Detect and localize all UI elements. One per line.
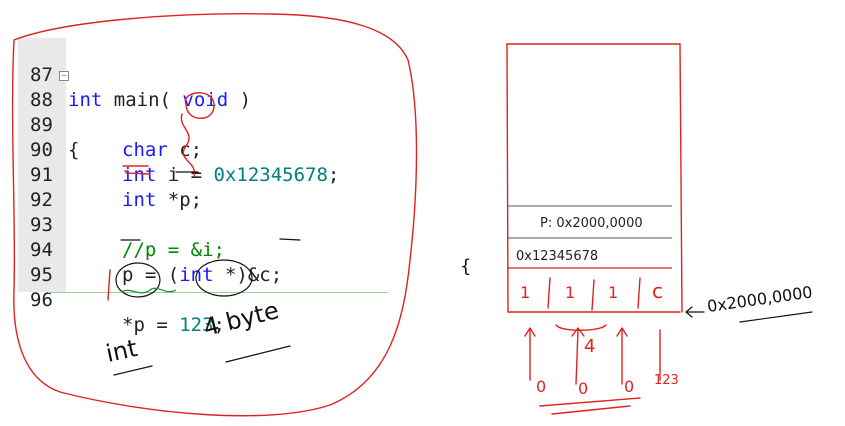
i-cell-text: 0x12345678	[516, 249, 598, 264]
zero-underline-1	[539, 397, 641, 407]
byte-cell-0: 1	[520, 283, 530, 302]
arrow-1	[524, 327, 536, 381]
zero-1: 0	[578, 379, 588, 398]
byte-sep-2	[591, 279, 595, 311]
memory-left-edge	[506, 43, 509, 313]
value-label: 123	[654, 373, 679, 388]
memory-right-edge	[679, 43, 683, 313]
arrow-2	[571, 327, 585, 385]
span-brace	[555, 324, 607, 331]
zero-underline-2	[551, 405, 631, 415]
red-circle-c	[184, 92, 215, 119]
red-loop-stroke	[11, 13, 418, 417]
byte-cell-1: 1	[565, 283, 575, 302]
memory-diagram: P: 0x2000,0000 0x12345678 1 1 1 c 0x2000…	[506, 43, 814, 415]
address-underline	[739, 311, 813, 323]
p-cell-text: P: 0x2000,0000	[540, 216, 643, 231]
underline-int-2	[125, 172, 151, 175]
byte-note: 4 byte	[201, 296, 282, 342]
byte-cell-2: 1	[608, 283, 618, 302]
zero-2: 0	[624, 377, 634, 396]
address-label: 0x2000,0000	[706, 282, 814, 316]
byte-sep-3	[637, 277, 641, 309]
int-note: int	[103, 334, 139, 368]
green-squiggle	[121, 287, 177, 294]
red-bracket-line	[107, 269, 111, 301]
underline-c-94	[279, 238, 301, 241]
address-arrow	[685, 306, 705, 318]
circle-123	[195, 259, 253, 297]
int-underline	[113, 365, 153, 376]
byte-underline	[225, 345, 291, 363]
whiteboard-canvas: 87 int main( void ) 88 − { 89 char c; 90…	[0, 0, 845, 426]
byte-cell-3: c	[652, 279, 663, 303]
red-squiggle	[180, 113, 196, 177]
byte-sep-1	[547, 277, 551, 309]
ink-overlay: int 4 byte { P: 0x2000,0000 0x12345678 1…	[11, 13, 814, 417]
bracket-mark: {	[460, 256, 471, 277]
span-label: 4	[584, 336, 595, 357]
arrow-3	[616, 327, 628, 385]
zero-0: 0	[536, 377, 546, 396]
